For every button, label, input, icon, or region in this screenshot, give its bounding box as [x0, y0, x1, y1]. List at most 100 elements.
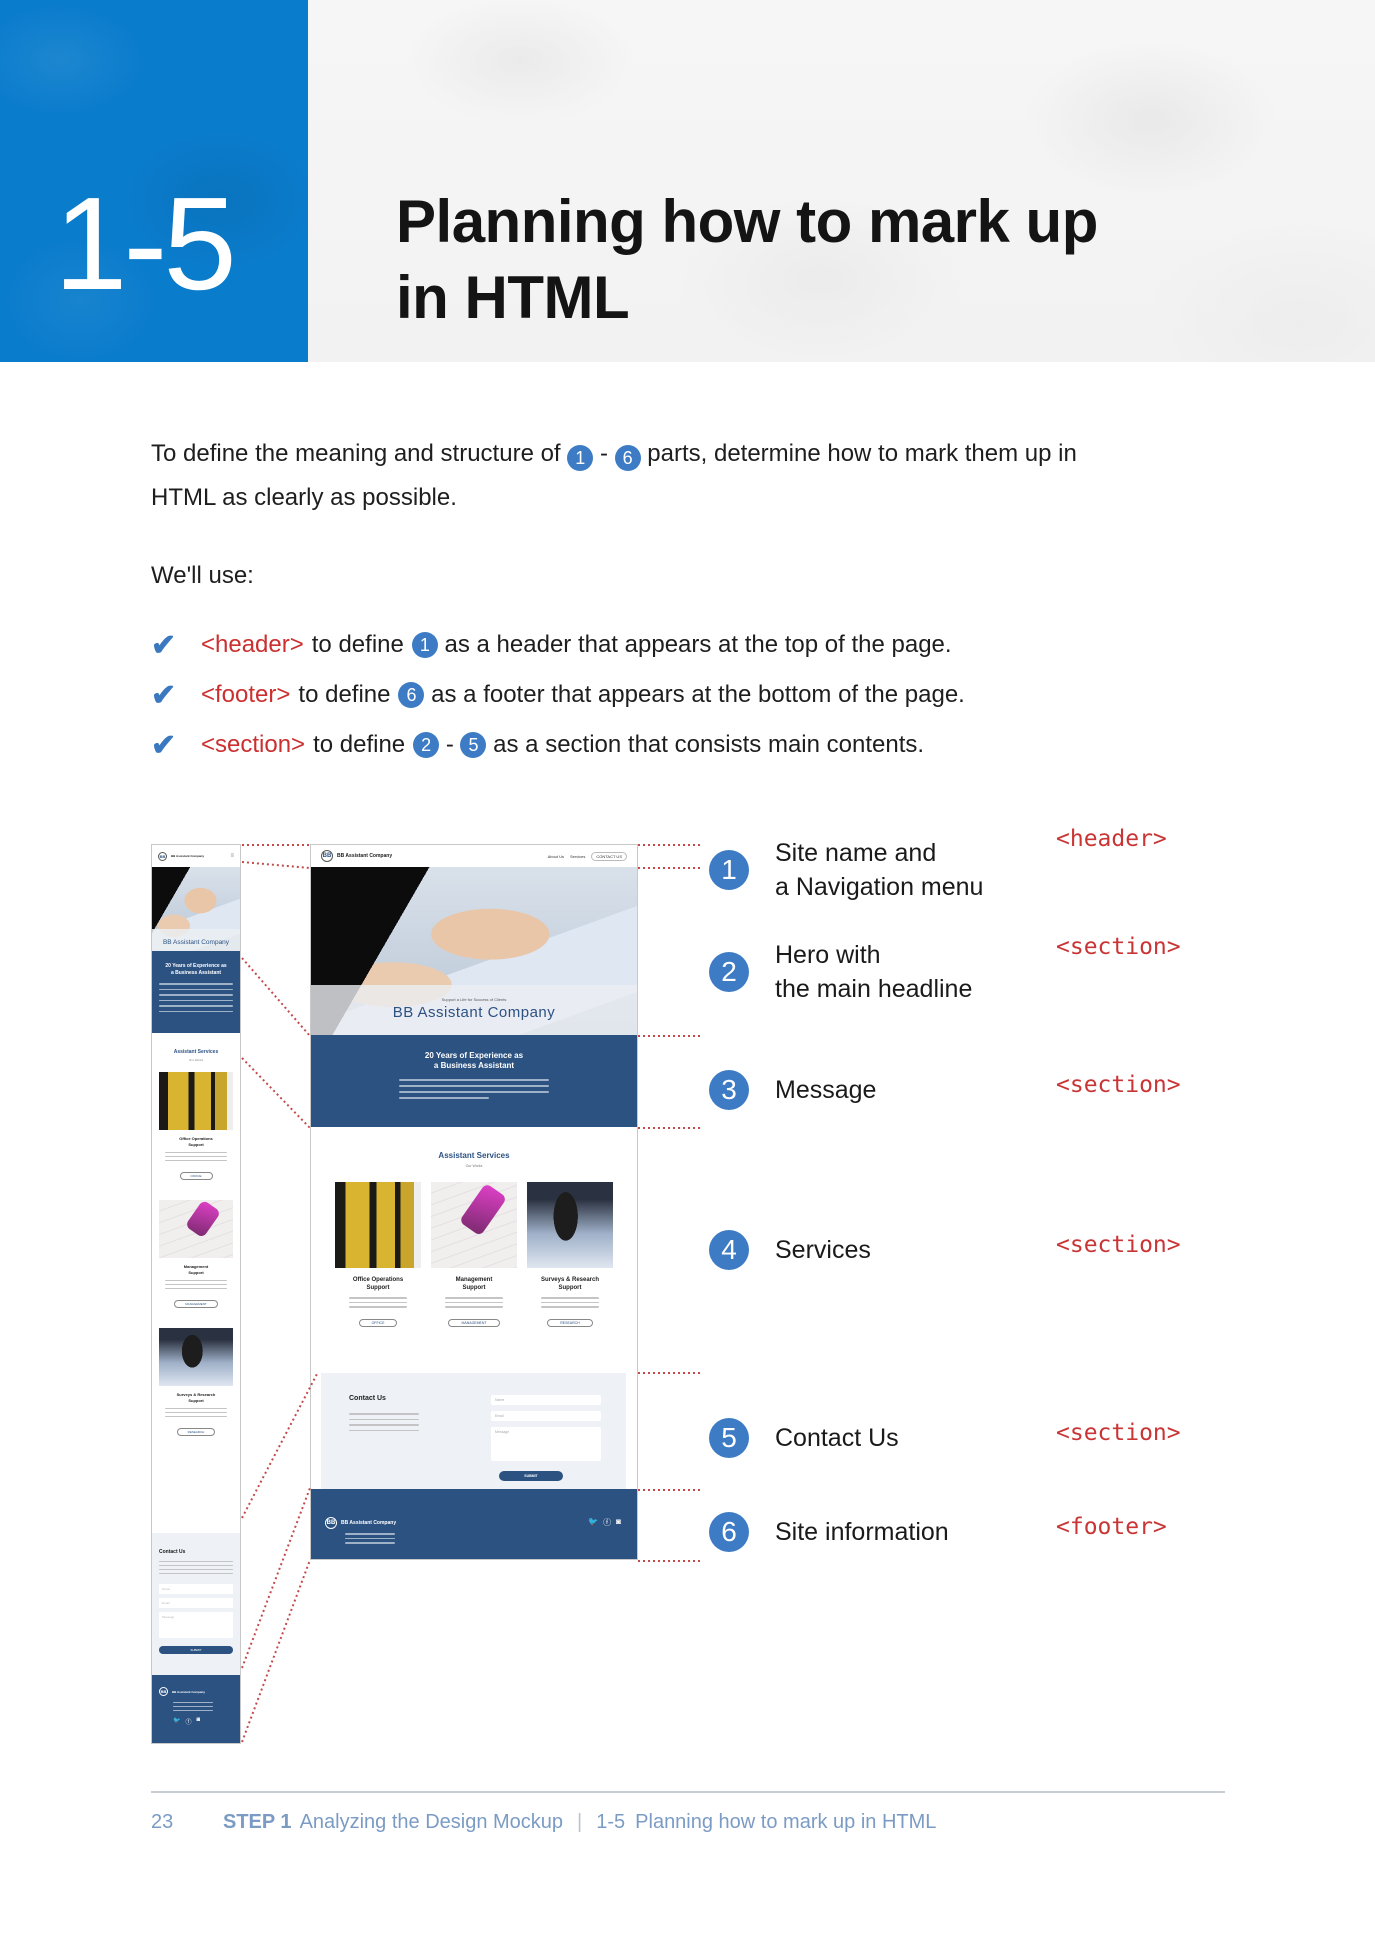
check-icon: ✔ — [151, 678, 177, 712]
facebook-icon: ⓕ — [603, 1518, 612, 1527]
legend-label: Site information — [775, 1518, 949, 1546]
name-field: Name — [491, 1395, 601, 1405]
logo-icon: BB — [321, 850, 333, 862]
submit-button: SUBMIT — [159, 1646, 233, 1654]
message-field: Message — [159, 1612, 233, 1638]
social-icons: 🐦 ⓕ ◙ — [173, 1717, 233, 1726]
mobile-header: BB BB Assistant Company ≡ — [152, 845, 240, 867]
service-image — [431, 1182, 517, 1268]
page-number: 23 — [151, 1811, 174, 1833]
check-icon: ✔ — [151, 728, 177, 762]
hero-title: BB Assistant Company — [392, 1004, 556, 1021]
number-badge: 2 — [709, 952, 749, 992]
service-button: OFFICE — [179, 1172, 213, 1180]
html-tag: <footer> — [201, 681, 291, 708]
mobile-footer: BB BB Assistant Company 🐦 ⓕ ◙ — [152, 1675, 240, 1743]
legend-item-header: 1 Site name and a Navigation menu <header… — [709, 826, 1229, 904]
number-badge: 6 — [614, 445, 641, 471]
service-card: Office Operations Support OFFICE — [159, 1072, 233, 1182]
html-tag: <section> — [201, 731, 306, 758]
section-title: Planning how to mark up in HTML — [635, 1811, 937, 1833]
footer-divider — [151, 1791, 1225, 1793]
html-tag: <section> — [1056, 1232, 1181, 1258]
submit-button: SUBMIT — [499, 1471, 563, 1481]
page-footer: 23 STEP 1 Analyzing the Design Mockup | … — [151, 1811, 936, 1834]
intro-text-before: To define the meaning and structure of — [151, 440, 561, 467]
service-image — [335, 1182, 421, 1268]
number-badge: 6 — [398, 682, 425, 708]
html-tag: <header> — [201, 631, 304, 658]
service-card: Surveys & Research Support RESEARCH — [159, 1328, 233, 1438]
number-badge: 3 — [709, 1070, 749, 1110]
twitter-icon: 🐦 — [173, 1718, 181, 1724]
service-image — [159, 1200, 233, 1258]
step-label: STEP 1 — [223, 1811, 292, 1833]
legend-label: Services — [775, 1236, 871, 1264]
chapter-title: Planning how to mark up in HTML — [396, 184, 1098, 336]
desktop-message: 20 Years of Experience as a Business Assi… — [311, 1035, 637, 1127]
service-card: Office Operations Support OFFICE — [335, 1182, 421, 1329]
site-name: BB Assistant Company — [341, 1520, 397, 1526]
message-text — [399, 1079, 549, 1099]
service-image — [159, 1328, 233, 1386]
number-badge: 5 — [460, 732, 487, 758]
mobile-message: 20 Years of Experience as a Business Assi… — [152, 951, 240, 1033]
checklist-text: to define — [313, 731, 406, 758]
connector-line — [241, 861, 311, 869]
nav-item-contact: CONTACT US — [591, 851, 627, 861]
service-button: RESEARCH — [547, 1318, 593, 1327]
legend-item-footer: 6 Site information <footer> — [709, 1512, 1229, 1552]
hero-subtitle: Support a Life for Success of Clients — [441, 997, 507, 1002]
email-field: Email — [491, 1411, 601, 1421]
services-subtitle: Our Works — [465, 1164, 483, 1168]
checklist-text: to define — [298, 681, 391, 708]
we-use-label: We'll use: — [151, 562, 254, 589]
service-image — [159, 1072, 233, 1130]
service-button: MANAGEMENT — [448, 1318, 500, 1327]
step-title: Analyzing the Design Mockup — [299, 1811, 564, 1833]
html-tag: <footer> — [1056, 1514, 1167, 1540]
check-icon: ✔ — [151, 628, 177, 662]
hero-title: BB Assistant Company — [152, 929, 240, 951]
number-badge: 2 — [413, 732, 440, 758]
chapter-number-block: 1-5 — [0, 0, 308, 362]
desktop-services: Assistant Services Our Works Office Oper… — [311, 1127, 637, 1367]
checklist-item-footer: ✔ <footer> to define 6 as a footer that … — [151, 670, 965, 720]
service-image — [527, 1182, 613, 1268]
legend-item-services: 4 Services <section> — [709, 1230, 1229, 1270]
connector-line — [241, 1487, 311, 1669]
contact-title: Contact Us — [159, 1549, 186, 1555]
mobile-services: Assistant Services Our Works Office Oper… — [152, 1033, 240, 1533]
message-text — [159, 983, 233, 1012]
number-badge: 1 — [567, 445, 594, 471]
service-card: Management Support MANAGEMENT — [431, 1182, 517, 1329]
legend-label: Message — [775, 1076, 877, 1104]
legend-label: Site name and a Navigation menu — [775, 839, 984, 901]
desktop-footer: BB BB Assistant Company 🐦 ⓕ ◙ — [311, 1489, 637, 1559]
chapter-number: 1-5 — [54, 170, 237, 317]
site-name: BB Assistant Company — [172, 1689, 206, 1694]
email-field: Email — [159, 1598, 233, 1608]
separator: | — [577, 1811, 583, 1833]
hamburger-icon: ≡ — [230, 853, 234, 859]
desktop-contact: Contact Us Name Email Message SUBMIT — [321, 1373, 626, 1489]
html-tag: <section> — [1056, 934, 1181, 960]
markup-checklist: ✔ <header> to define 1 as a header that … — [151, 620, 965, 770]
number-badge: 6 — [709, 1512, 749, 1552]
desktop-hero: Support a Life for Success of Clients BB… — [311, 867, 637, 1035]
connector-line — [241, 1559, 311, 1743]
chapter-banner: 1-5 Planning how to mark up in HTML — [0, 0, 1375, 362]
legend-item-hero: 2 Hero with the main headline <section> — [709, 934, 1229, 1006]
number-badge: 1 — [411, 632, 438, 658]
html-tag: <section> — [1056, 1420, 1181, 1446]
chapter-title-line-1: Planning how to mark up — [396, 188, 1098, 255]
service-card: Management Support MANAGEMENT — [159, 1200, 233, 1310]
nav-item-services: Services — [570, 853, 586, 859]
legend-label: Contact Us — [775, 1424, 899, 1452]
connector-line — [241, 1057, 311, 1129]
services-title: Assistant Services — [438, 1151, 510, 1160]
checklist-item-header: ✔ <header> to define 1 as a header that … — [151, 620, 965, 670]
logo-icon: BB — [325, 1517, 337, 1529]
checklist-desc: as a section that consists main contents… — [493, 731, 925, 758]
message-title: 20 Years of Experience as a Business Assi… — [165, 963, 227, 976]
